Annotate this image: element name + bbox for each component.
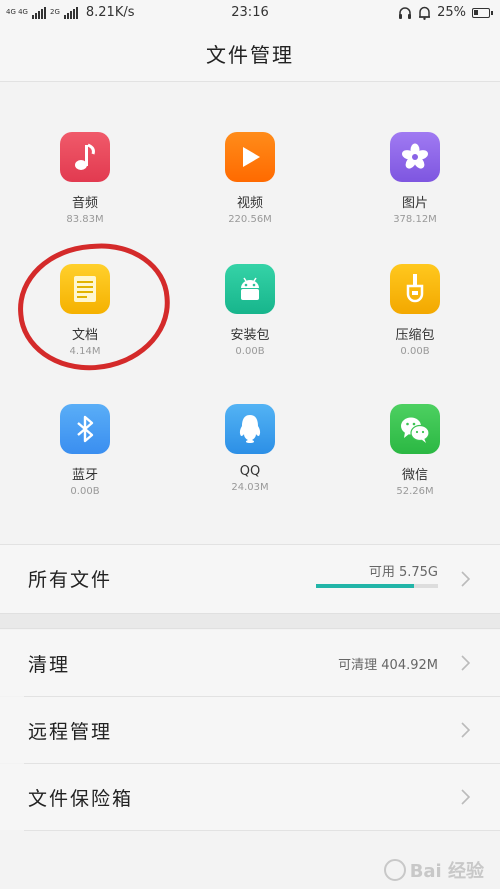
category-name: QQ xyxy=(239,464,261,479)
watermark: Bai 经验 xyxy=(383,857,484,883)
category-wechat[interactable]: 微信 52.26M xyxy=(332,392,498,502)
bluetooth-tile xyxy=(60,404,110,454)
android-icon xyxy=(241,277,259,300)
archives-tile xyxy=(390,264,440,314)
category-name: 安装包 xyxy=(230,328,270,343)
audio-tile xyxy=(60,132,110,182)
category-size: 378.12M xyxy=(393,214,437,225)
play-icon xyxy=(243,147,260,167)
bluetooth-icon xyxy=(77,415,94,443)
battery-icon xyxy=(472,7,493,18)
category-name: 文档 xyxy=(71,328,98,343)
category-name: 图片 xyxy=(401,196,428,211)
menu-row-safe[interactable]: 文件保险箱 xyxy=(0,764,500,830)
category-name: 压缩包 xyxy=(395,328,435,343)
music-icon xyxy=(75,143,95,170)
documents-tile xyxy=(60,264,110,314)
qq-tile xyxy=(225,404,275,454)
watermark-text: Bai 经验 xyxy=(409,861,484,882)
category-archives[interactable]: 压缩包 0.00B xyxy=(332,252,498,362)
all-files-label: 所有文件 xyxy=(28,569,113,591)
category-audio[interactable]: 音频 83.83M xyxy=(2,120,168,230)
paw-icon xyxy=(383,859,406,881)
menu-row-remote[interactable]: 远程管理 xyxy=(0,697,500,763)
category-images[interactable]: 图片 378.12M xyxy=(332,120,498,230)
flower-icon xyxy=(402,143,428,169)
category-size: 0.00B xyxy=(70,486,100,497)
menu-row-clean[interactable]: 清理 可清理 404.92M xyxy=(0,630,500,696)
apks-tile xyxy=(225,264,275,314)
menu-value: 可清理 404.92M xyxy=(338,658,438,673)
video-tile xyxy=(225,132,275,182)
status-icons: 25% xyxy=(398,5,493,20)
storage-bar-fill xyxy=(316,584,414,588)
category-name: 微信 xyxy=(401,468,428,483)
chevron-right-icon xyxy=(461,722,471,738)
category-name: 蓝牙 xyxy=(71,468,98,483)
bell-icon xyxy=(419,6,431,20)
chevron-right-icon xyxy=(461,571,471,587)
status-bar: 4G 4G 2G 8.21K/s 23:16 25% xyxy=(0,0,500,26)
zip-icon xyxy=(406,274,424,303)
all-files-row[interactable]: 所有文件 可用 5.75G xyxy=(0,545,500,613)
category-size: 220.56M xyxy=(228,214,272,225)
category-name: 视频 xyxy=(236,196,263,211)
menu-label: 远程管理 xyxy=(28,721,113,743)
divider xyxy=(24,830,500,831)
category-size: 52.26M xyxy=(396,486,434,497)
category-size: 83.83M xyxy=(66,214,104,225)
section-gap xyxy=(0,613,500,629)
category-documents[interactable]: 文档 4.14M xyxy=(2,252,168,362)
storage-bar xyxy=(316,584,438,588)
battery-percent: 25% xyxy=(437,5,466,20)
category-size: 0.00B xyxy=(400,346,430,357)
wechat-icon xyxy=(401,417,430,443)
category-bluetooth[interactable]: 蓝牙 0.00B xyxy=(2,392,168,502)
category-size: 4.14M xyxy=(69,346,101,357)
chevron-right-icon xyxy=(461,789,471,805)
category-apks[interactable]: 安装包 0.00B xyxy=(167,252,333,362)
storage-available: 可用 5.75G xyxy=(368,565,438,580)
menu-label: 清理 xyxy=(28,654,71,676)
category-video[interactable]: 视频 220.56M xyxy=(167,120,333,230)
category-size: 0.00B xyxy=(235,346,265,357)
images-tile xyxy=(390,132,440,182)
qq-icon xyxy=(239,415,261,443)
document-icon xyxy=(74,276,96,302)
category-name: 音频 xyxy=(71,196,98,211)
category-size: 24.03M xyxy=(231,482,269,493)
chevron-right-icon xyxy=(461,655,471,671)
title-bar: 文件管理 xyxy=(0,26,500,82)
menu-label: 文件保险箱 xyxy=(28,788,134,810)
page-title: 文件管理 xyxy=(206,43,294,67)
category-qq[interactable]: QQ 24.03M xyxy=(167,392,333,502)
wechat-tile xyxy=(390,404,440,454)
headset-icon xyxy=(399,6,412,19)
